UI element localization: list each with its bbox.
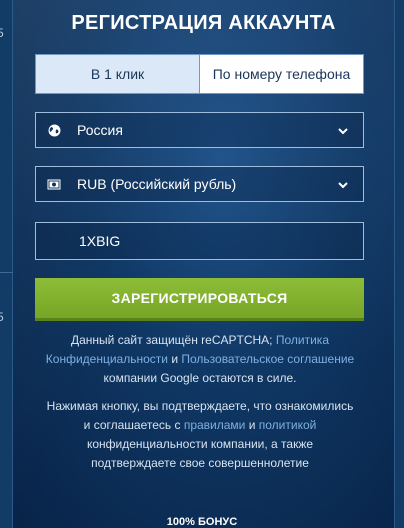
privacy-link[interactable]: политикой [259, 418, 317, 432]
recaptcha-text: Данный сайт защищён reCAPTCHA; [70, 333, 276, 347]
recaptcha-notice: Данный сайт защищён reCAPTCHA; Политика … [45, 331, 355, 388]
currency-select[interactable]: RUB (Российский рубль) [35, 166, 364, 202]
consent-text: конфиденциальности компании, а также под… [86, 437, 314, 470]
edge-digit: 5 [0, 26, 4, 40]
tab-phone-number[interactable]: По номеру телефона [199, 55, 363, 93]
chevron-down-icon [337, 178, 349, 194]
edge-digit: 5 [0, 310, 4, 324]
recaptcha-text: компании Google остаются в силе. [103, 371, 297, 385]
globe-icon [47, 123, 61, 137]
rules-link[interactable]: правилами [184, 418, 246, 432]
recaptcha-text: и [167, 352, 182, 366]
consent-text: и [245, 418, 259, 432]
register-button[interactable]: ЗАРЕГИСТРИРОВАТЬСЯ [35, 278, 364, 321]
chevron-down-icon [337, 124, 349, 140]
consent-notice: Нажимая кнопку, вы подтверждаете, что оз… [45, 397, 355, 473]
country-value: Россия [77, 122, 123, 138]
left-side-panel: 5 5 [0, 0, 13, 528]
divider [0, 272, 13, 273]
terms-link[interactable]: Пользовательское соглашение [181, 352, 354, 366]
banknote-icon [47, 177, 61, 191]
country-select[interactable]: Россия [35, 112, 364, 148]
promo-code-input[interactable]: 1XBIG [35, 222, 364, 260]
bonus-banner[interactable]: 100% БОНУС [0, 514, 404, 528]
registration-tabs: В 1 клик По номеру телефона [35, 54, 364, 94]
tab-one-click[interactable]: В 1 клик [36, 55, 199, 93]
currency-value: RUB (Российский рубль) [77, 176, 237, 192]
page-title: РЕГИСТРАЦИЯ АККАУНТА [71, 12, 336, 34]
right-side-panel [394, 0, 404, 528]
